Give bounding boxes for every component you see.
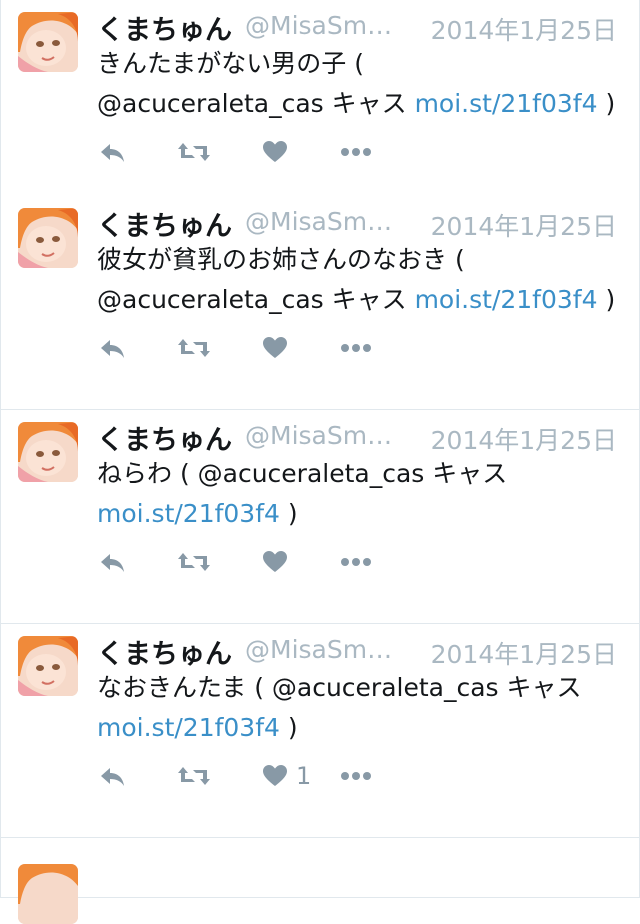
display-name[interactable]: くまちゅん [97,632,232,671]
tweet[interactable]: くまちゅん @MisaSm… 2014年1月25日 彼女が貧乳のお姉さんのなおき… [0,196,640,410]
text-segment: ) [279,713,298,742]
like-button[interactable] [262,330,296,366]
tweet[interactable]: くまちゅん @MisaSm… 2014年1月25日 きんたまがない男の子 ( @a… [0,0,640,214]
reply-icon [99,550,127,574]
more-button[interactable] [340,544,372,580]
like-button[interactable]: 1 [262,758,311,794]
avatar-image [18,636,78,696]
avatar-image [18,208,78,268]
retweet-icon [177,140,211,164]
text-segment: ) [597,89,616,118]
tweet-text: 彼女が貧乳のお姉さんのなおき ( @acuceraleta_cas キャス moi… [97,240,627,320]
tweet-actions [97,134,517,170]
like-button[interactable] [262,134,296,170]
heart-icon [262,550,288,574]
more-icon [340,147,372,157]
reply-button[interactable] [99,330,127,366]
user-handle[interactable]: @MisaSm… [245,421,392,450]
tweet-header: くまちゅん @MisaSm… 2014年1月25日 [97,6,627,48]
tweet-partial[interactable] [0,838,640,924]
text-segment: 彼女が貧乳のお姉さんのなおき ( [97,245,465,274]
tweet-header: くまちゅん @MisaSm… 2014年1月25日 [97,416,627,458]
mention-text: @acuceraleta_cas キャス [97,285,415,314]
tweet-header: くまちゅん @MisaSm… 2014年1月25日 [97,202,627,244]
timeline: くまちゅん @MisaSm… 2014年1月25日 きんたまがない男の子 ( @a… [0,0,640,924]
retweet-button[interactable] [177,544,211,580]
avatar[interactable] [18,636,78,696]
retweet-icon [177,550,211,574]
avatar[interactable] [18,864,78,924]
avatar[interactable] [18,422,78,482]
user-handle[interactable]: @MisaSm… [245,11,392,40]
more-icon [340,343,372,353]
reply-button[interactable] [99,544,127,580]
text-segment: なおきんたま ( @acuceraleta_cas キャス [97,673,582,702]
tweet-text: きんたまがない男の子 ( @acuceraleta_cas キャス moi.st/… [97,44,627,124]
user-handle[interactable]: @MisaSm… [245,207,392,236]
reply-button[interactable] [99,758,127,794]
retweet-button[interactable] [177,330,211,366]
retweet-button[interactable] [177,134,211,170]
like-button[interactable] [262,544,296,580]
tweet-date[interactable]: 2014年1月25日 [431,421,617,457]
mention-text: @acuceraleta_cas キャス [97,89,415,118]
reply-icon [99,764,127,788]
more-button[interactable] [340,134,372,170]
avatar-image [18,864,78,924]
avatar-image [18,422,78,482]
more-icon [340,771,372,781]
tweet-link[interactable]: moi.st/21f03f4 [97,499,280,528]
tweet[interactable]: くまちゅん @MisaSm… 2014年1月25日 ねらわ ( @acucera… [0,410,640,624]
tweet-actions [97,544,517,580]
text-segment: ) [279,499,298,528]
tweet-text: なおきんたま ( @acuceraleta_cas キャス moi.st/21f0… [97,668,627,748]
text-segment: きんたまがない男の子 ( [97,49,364,78]
tweet-link[interactable]: moi.st/21f03f4 [415,285,598,314]
user-handle[interactable]: @MisaSm… [245,635,392,664]
tweet-date[interactable]: 2014年1月25日 [431,11,617,47]
retweet-icon [177,764,211,788]
tweet-date[interactable]: 2014年1月25日 [431,635,617,671]
avatar[interactable] [18,12,78,72]
tweet-actions [97,330,517,366]
text-segment: ねらわ ( @acuceraleta_cas キャス [97,459,508,488]
tweet-date[interactable]: 2014年1月25日 [431,207,617,243]
avatar[interactable] [18,208,78,268]
retweet-icon [177,336,211,360]
text-segment: ) [597,285,616,314]
more-button[interactable] [340,330,372,366]
display-name[interactable]: くまちゅん [97,418,232,457]
avatar-image [18,12,78,72]
like-count: 1 [296,762,312,790]
display-name[interactable]: くまちゅん [97,8,232,47]
heart-icon [262,764,288,788]
more-icon [340,557,372,567]
reply-button[interactable] [99,134,127,170]
retweet-button[interactable] [177,758,211,794]
display-name[interactable]: くまちゅん [97,204,232,243]
reply-icon [99,336,127,360]
tweet-header: くまちゅん @MisaSm… 2014年1月25日 [97,630,627,672]
tweet-text: ねらわ ( @acuceraleta_cas キャス moi.st/21f03f4… [97,454,627,534]
tweet-link[interactable]: moi.st/21f03f4 [415,89,598,118]
tweet-link[interactable]: moi.st/21f03f4 [97,713,280,742]
tweet-actions: 1 [97,758,517,794]
reply-icon [99,140,127,164]
tweet[interactable]: くまちゅん @MisaSm… 2014年1月25日 なおきんたま ( @acuc… [0,624,640,838]
heart-icon [262,140,288,164]
more-button[interactable] [340,758,372,794]
heart-icon [262,336,288,360]
